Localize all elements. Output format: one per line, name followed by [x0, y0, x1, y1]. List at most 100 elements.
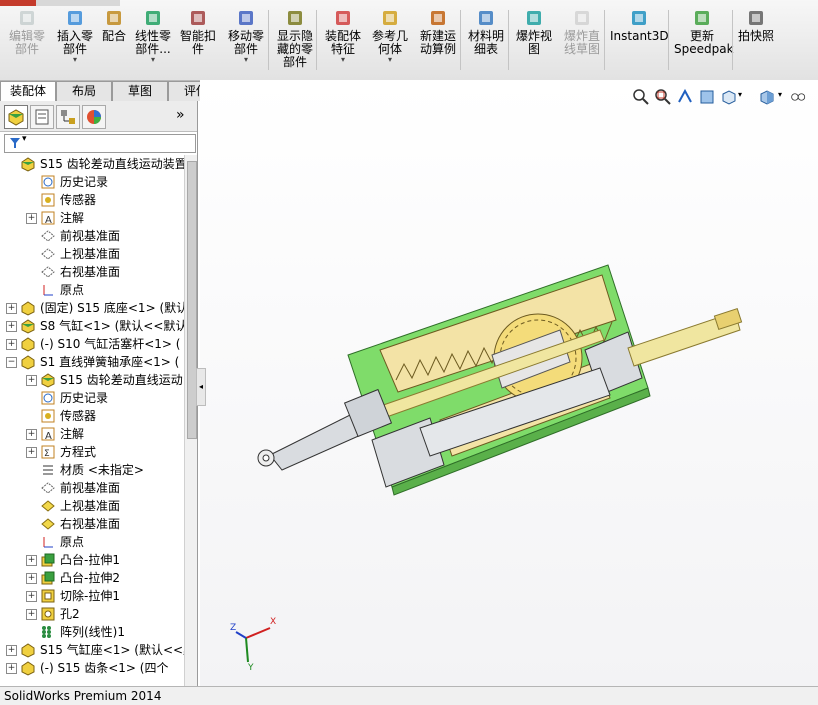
zoom-to-fit-icon[interactable] — [632, 88, 650, 106]
insert-component-button[interactable]: 插入零 部件 ▾ — [54, 8, 96, 78]
tree-node[interactable]: S15 齿轮差动直线运动装置（ — [0, 155, 184, 173]
tree-node[interactable]: + S8 气缸<1> (默认<<默认 — [0, 317, 184, 335]
tree-node[interactable]: 原点 — [0, 533, 184, 551]
tree-node[interactable]: + 孔2 — [0, 605, 184, 623]
graphics-area[interactable]: X Y Z — [200, 80, 818, 686]
mate-button[interactable]: 配合 — [98, 8, 130, 78]
dropdown-arrow-icon[interactable]: ▾ — [132, 56, 174, 64]
tree-node[interactable]: 前视基准面 — [0, 227, 184, 245]
toolbar-separator — [460, 10, 461, 70]
tree-expander-icon[interactable]: + — [26, 609, 37, 620]
tree-node[interactable]: 上视基准面 — [0, 497, 184, 515]
explode-line-sketch-button[interactable]: 爆炸直 线草图 — [560, 8, 604, 78]
tree-expander-icon[interactable]: + — [26, 429, 37, 440]
tree-node[interactable]: + A 注解 — [0, 209, 184, 227]
tree-node[interactable]: 原点 — [0, 281, 184, 299]
tree-node[interactable]: 历史记录 — [0, 389, 184, 407]
instant3d-button[interactable]: Instant3D — [610, 8, 669, 78]
tree-expander-icon[interactable]: + — [26, 375, 37, 386]
motion-study-button[interactable]: 新建运 动算例 — [416, 8, 460, 78]
tree-node-label: 注解 — [60, 427, 85, 441]
smart-fastener-button[interactable]: 智能扣 件 — [176, 8, 220, 78]
tree-node-label: 历史记录 — [60, 175, 109, 189]
tree-node[interactable]: − S1 直线弹簧轴承座<1> ( — [0, 353, 184, 371]
view-orientation-dropdown-icon[interactable]: ▾ — [738, 90, 742, 99]
tree-expander-icon[interactable]: + — [6, 339, 17, 350]
tree-node[interactable]: + Σ 方程式 — [0, 443, 184, 461]
dropdown-arrow-icon[interactable]: ▾ — [368, 56, 412, 64]
toolbar-separator — [604, 10, 605, 70]
tree-expander-icon[interactable]: + — [26, 555, 37, 566]
tree-node[interactable]: 历史记录 — [0, 173, 184, 191]
tree-expander-icon[interactable]: + — [26, 591, 37, 602]
panel-collapse-handle[interactable]: ◂ — [196, 368, 206, 406]
snapshot-button[interactable]: 拍快照 — [736, 8, 776, 78]
tree-node[interactable]: 右视基准面 — [0, 515, 184, 533]
panel-expand-button[interactable]: » — [176, 107, 185, 123]
tree-node[interactable]: 前视基准面 — [0, 479, 184, 497]
tree-node[interactable]: + (固定) S15 底座<1> (默认 — [0, 299, 184, 317]
display-manager-tab[interactable] — [82, 105, 106, 129]
hide-show-items-icon[interactable] — [790, 88, 808, 106]
reference-geometry-button[interactable]: 参考几 何体 ▾ — [368, 8, 412, 78]
tree-node[interactable]: 阵列(线性)1 — [0, 623, 184, 641]
tree-node-label: S15 齿轮差动直线运动 — [60, 373, 183, 387]
tree-expander-icon[interactable]: + — [26, 573, 37, 584]
display-style-dropdown-icon[interactable]: ▾ — [778, 90, 782, 99]
tree-node[interactable]: + S15 气缸座<1> (默认<<默 — [0, 641, 184, 659]
display-style-icon[interactable] — [758, 88, 776, 106]
tree-expander-icon[interactable]: + — [6, 645, 17, 656]
panel-tabs: » — [0, 101, 197, 132]
speedpak-button[interactable]: 更新 Speedpak — [674, 8, 734, 78]
section-view-icon[interactable] — [698, 88, 716, 106]
tree-expander-icon[interactable]: − — [6, 357, 17, 368]
tree-expander-icon[interactable]: + — [6, 663, 17, 674]
move-component-button[interactable]: 移动零 部件 ▾ — [224, 8, 268, 78]
exploded-view-button[interactable]: 爆炸视 图 — [512, 8, 556, 78]
tree-node[interactable]: + (-) S10 气缸活塞杆<1> ( — [0, 335, 184, 353]
tree-node-label: 方程式 — [60, 445, 97, 459]
tree-node[interactable]: + 切除-拉伸1 — [0, 587, 184, 605]
dropdown-arrow-icon[interactable]: ▾ — [322, 56, 364, 64]
propertymanager-tab[interactable] — [30, 105, 54, 129]
toolbar-separator — [316, 10, 317, 70]
linear-pattern-button[interactable]: 线性零 部件... ▾ — [132, 8, 174, 78]
dropdown-arrow-icon[interactable]: ▾ — [54, 56, 96, 64]
tree-node[interactable]: + 凸台-拉伸1 — [0, 551, 184, 569]
triad-y-label: Y — [247, 663, 254, 670]
tree-node[interactable]: + A 注解 — [0, 425, 184, 443]
tree-node[interactable]: 上视基准面 — [0, 245, 184, 263]
tab-1[interactable]: 布局 — [56, 81, 112, 101]
zoom-to-area-icon[interactable] — [654, 88, 672, 106]
configurationmanager-tab[interactable] — [56, 105, 80, 129]
tree-expander-icon[interactable]: + — [26, 213, 37, 224]
previous-view-icon[interactable] — [676, 88, 694, 106]
edit-component-label: 编辑零 部件 — [8, 29, 45, 56]
insert-component-label: 插入零 部件 — [56, 29, 93, 56]
tree-expander-icon[interactable]: + — [6, 321, 17, 332]
tree-node[interactable]: 右视基准面 — [0, 263, 184, 281]
featuremanager-tab[interactable] — [4, 105, 28, 129]
bom-button[interactable]: 材料明 细表 — [464, 8, 508, 78]
tree-node[interactable]: + 凸台-拉伸2 — [0, 569, 184, 587]
extrude-boss-icon — [41, 571, 55, 585]
tree-expander-icon[interactable]: + — [26, 447, 37, 458]
show-hidden-button[interactable]: 显示隐 藏的零 部件 — [272, 8, 318, 78]
tree-node[interactable]: 材质 <未指定> — [0, 461, 184, 479]
view-orientation-icon[interactable] — [720, 88, 738, 106]
tree-scrollbar[interactable] — [184, 155, 197, 686]
assembly-feature-button[interactable]: 装配体 特征 ▾ — [322, 8, 364, 78]
tab-0[interactable]: 装配体 — [0, 81, 56, 102]
tree-expander-icon[interactable]: + — [6, 303, 17, 314]
assembly-model-view[interactable] — [200, 80, 818, 686]
dropdown-arrow-icon[interactable]: ▾ — [224, 56, 268, 64]
tree-filter[interactable]: ▾ — [4, 134, 196, 153]
tree-node[interactable]: 传感器 — [0, 407, 184, 425]
tree-node[interactable]: 传感器 — [0, 191, 184, 209]
filter-dropdown-icon[interactable]: ▾ — [22, 134, 27, 144]
tree-node[interactable]: + (-) S15 齿条<1> (四个 — [0, 659, 184, 677]
edit-component-button[interactable]: 编辑零 部件 — [4, 8, 50, 78]
propertymanager-icon — [35, 109, 49, 125]
tab-2[interactable]: 草图 — [112, 81, 168, 101]
tree-node[interactable]: + S15 齿轮差动直线运动 — [0, 371, 184, 389]
